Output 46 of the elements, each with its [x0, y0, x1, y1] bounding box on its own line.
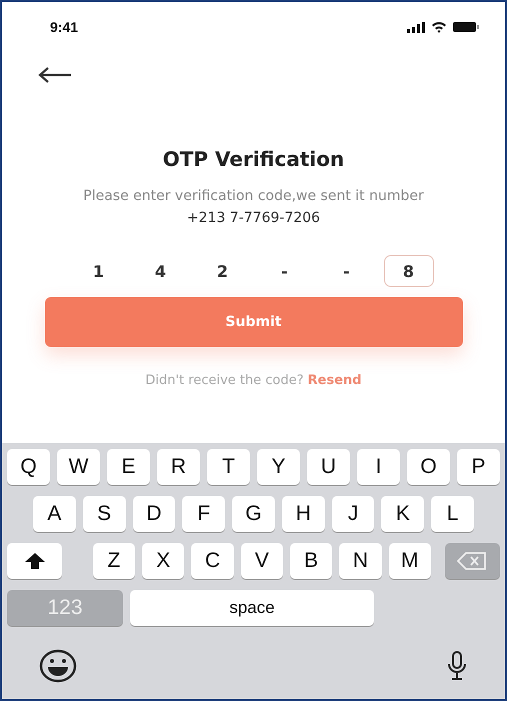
otp-digit-field[interactable]: 8 [384, 255, 434, 287]
keyboard-key[interactable]: S [82, 496, 126, 532]
shift-arrow-icon [24, 553, 45, 569]
keyboard-key[interactable]: G [232, 496, 275, 532]
keyboard-key[interactable]: L [431, 496, 474, 532]
otp-digit-field[interactable]: 4 [136, 255, 186, 287]
battery-icon [453, 21, 479, 33]
otp-digit-field[interactable]: 1 [74, 255, 124, 287]
space-key[interactable]: space [130, 590, 374, 626]
keyboard-key[interactable]: W [57, 449, 100, 485]
keyboard-key[interactable]: Z [92, 543, 136, 579]
otp-digit-field[interactable]: - [322, 255, 372, 287]
page-title: OTP Verification [162, 147, 346, 171]
keyboard-key[interactable]: C [191, 543, 234, 579]
keyboard-key[interactable]: A [33, 496, 76, 532]
backspace-icon [457, 552, 488, 570]
resend-prompt: Didn't receive the code? [145, 373, 304, 388]
keyboard-key[interactable]: O [407, 449, 450, 485]
keyboard-key[interactable]: D [132, 496, 176, 532]
back-arrow-icon[interactable] [38, 66, 72, 82]
keyboard-key[interactable]: X [142, 543, 184, 579]
keyboard-key[interactable]: I [357, 449, 400, 485]
keyboard-key[interactable]: J [332, 496, 374, 532]
emoji-icon[interactable] [39, 649, 77, 683]
keyboard-key[interactable]: K [381, 496, 424, 532]
keyboard-key[interactable]: F [182, 496, 226, 532]
instruction-text: Please enter verification code,we sent it number +213 7-7769-7206 [82, 187, 425, 228]
otp-digit-field[interactable]: 2 [198, 255, 248, 287]
keyboard-key[interactable]: P [457, 449, 500, 485]
signal-icon [407, 22, 425, 32]
keyboard-key[interactable]: U [307, 449, 350, 485]
shift-key[interactable] [7, 543, 62, 579]
otp-digit-field[interactable]: - [260, 255, 310, 287]
keyboard-key[interactable]: V [240, 543, 283, 579]
keyboard-key[interactable]: T [207, 449, 250, 485]
keyboard-key[interactable]: N [339, 543, 382, 579]
keyboard-key[interactable]: Y [257, 449, 300, 485]
keyboard-key[interactable]: B [290, 543, 332, 579]
keyboard-key[interactable]: E [107, 449, 150, 485]
status-time: 9:41 [50, 19, 78, 35]
keyboard-key[interactable]: H [282, 496, 325, 532]
keyboard-key[interactable]: M [388, 543, 431, 579]
wifi-icon [431, 21, 447, 33]
microphone-icon[interactable] [446, 651, 468, 681]
keyboard-key[interactable]: R [157, 449, 200, 485]
keyboard-key[interactable]: Q [7, 449, 50, 485]
